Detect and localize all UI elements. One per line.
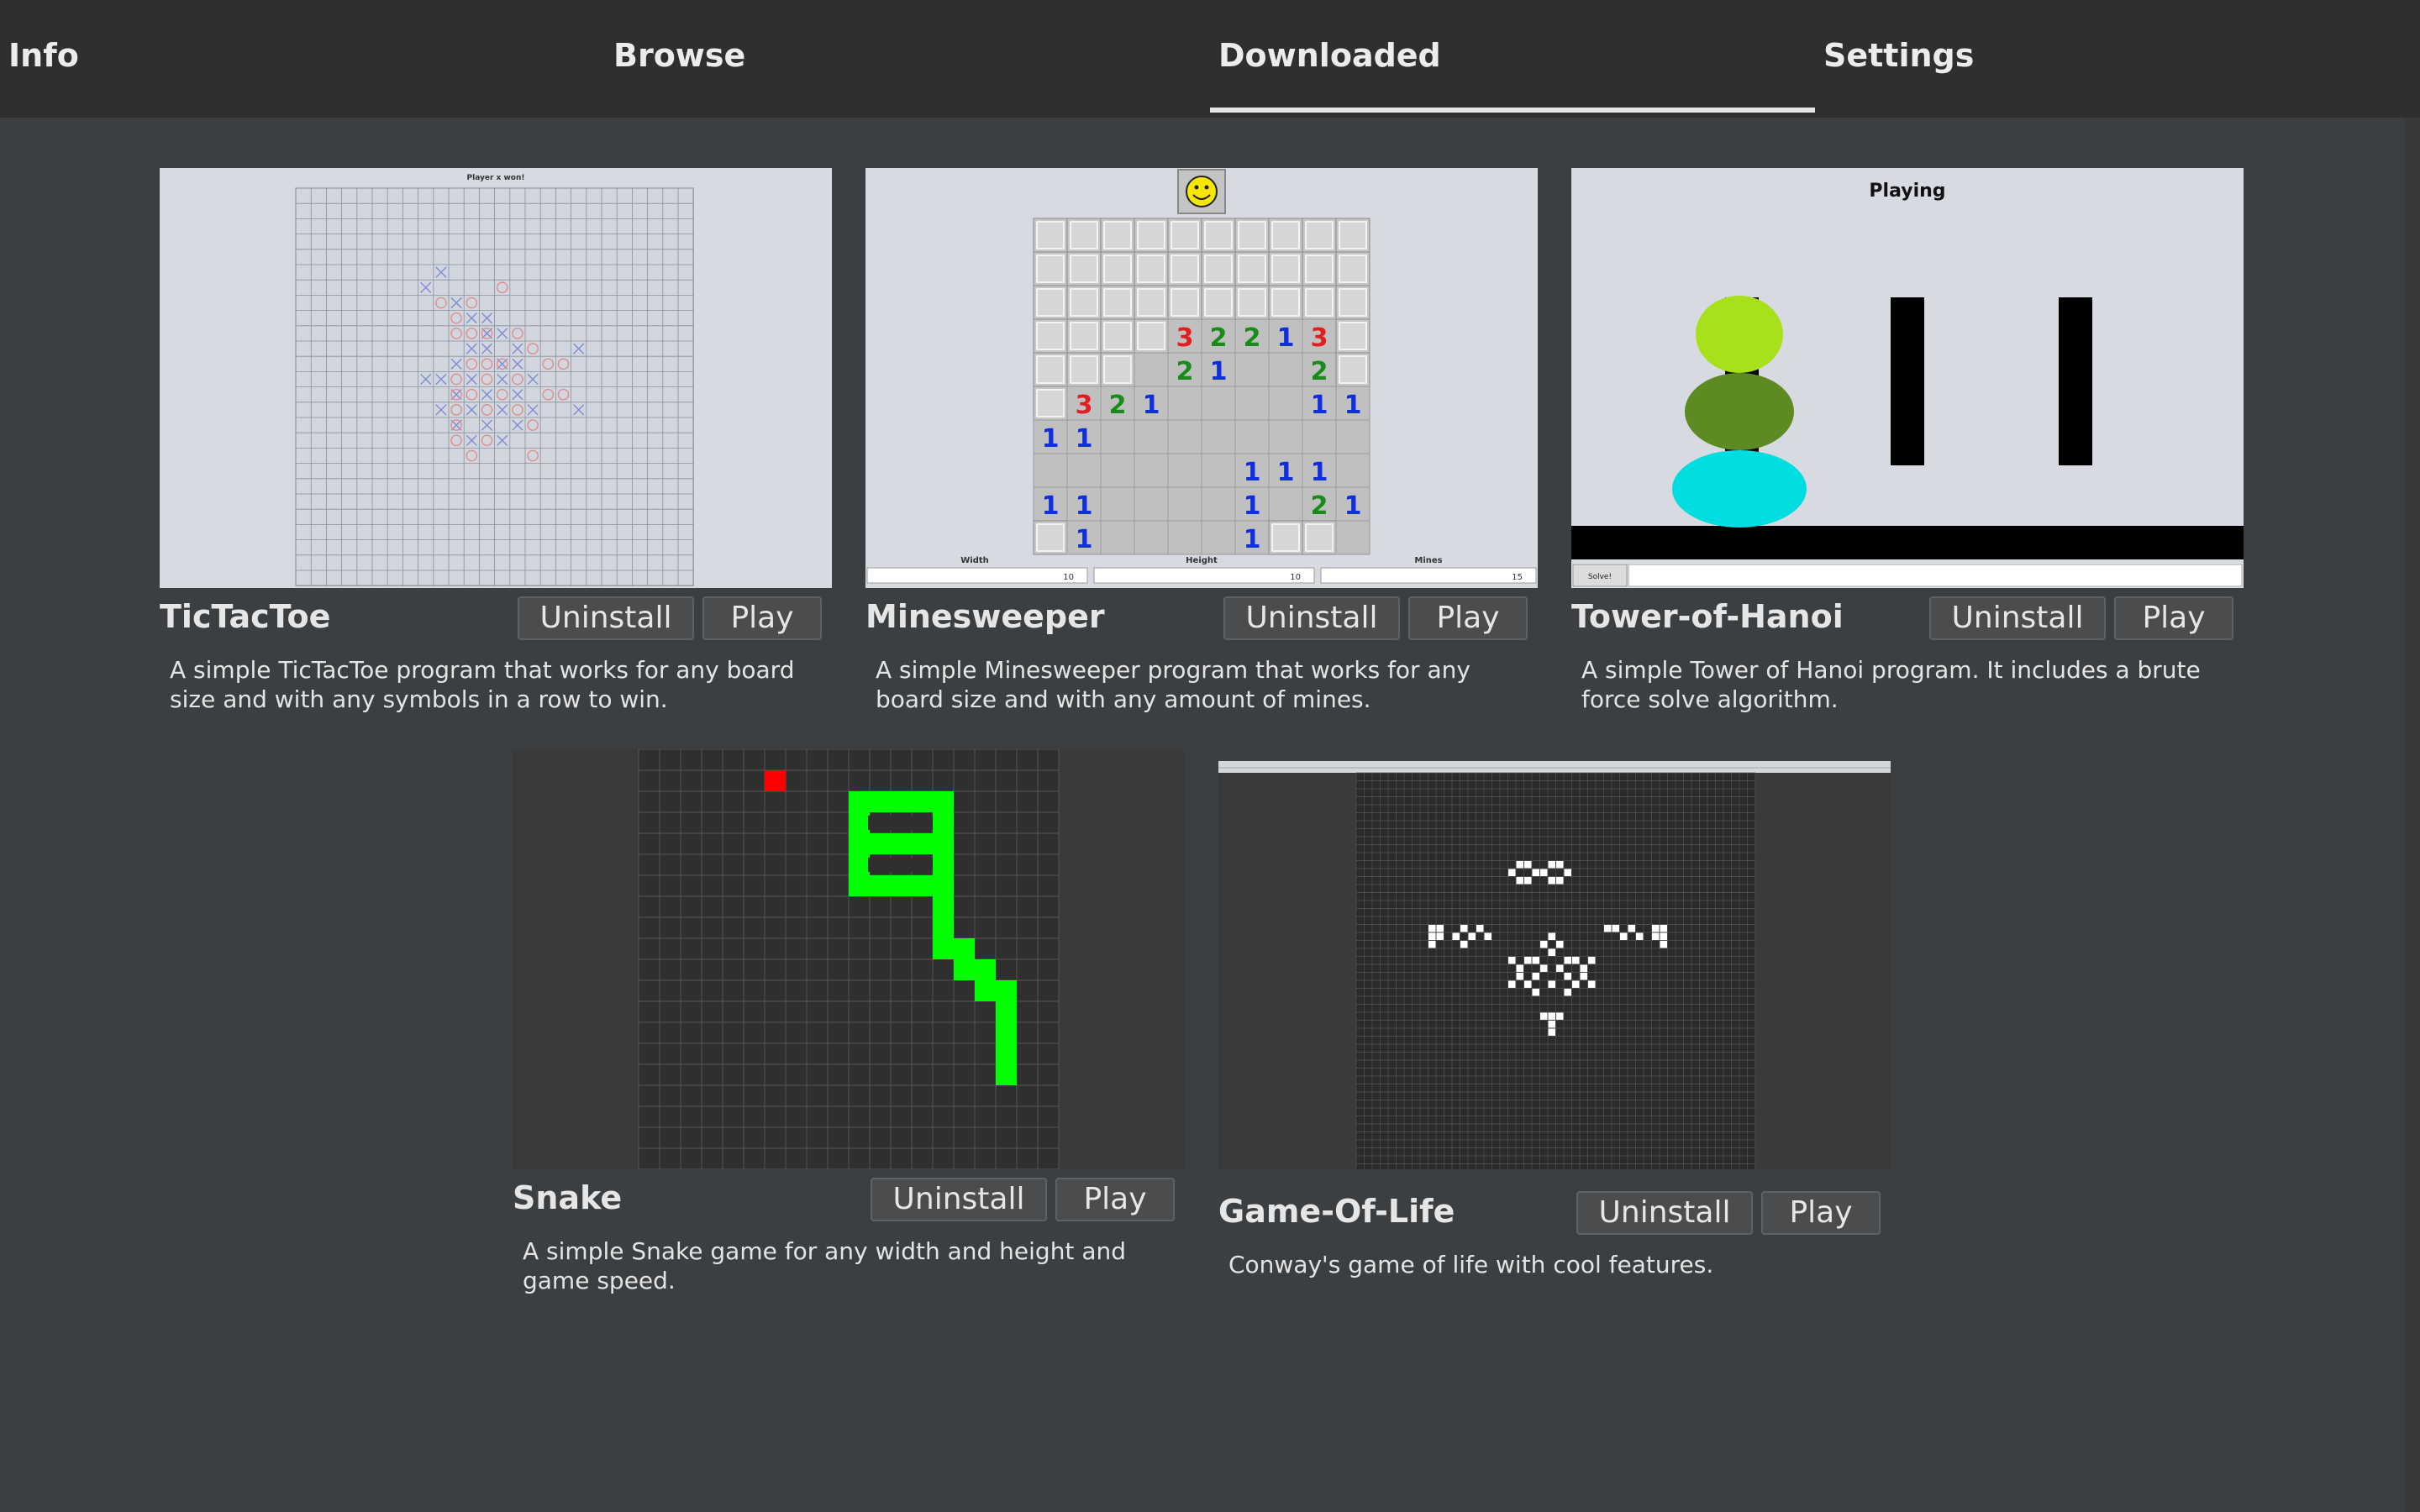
tab-downloaded[interactable]: Downloaded [1218,0,1441,118]
svg-text:2: 2 [1176,357,1194,386]
hanoi-base [1571,526,2244,559]
svg-text:1: 1 [1311,458,1328,487]
game-description: A simple Tower of Hanoi program. It incl… [1581,656,2201,713]
hanoi-disk-medium[interactable] [1685,373,1794,450]
snake-food [765,770,786,791]
svg-text:1: 1 [1344,491,1362,521]
game-title: Minesweeper [865,598,1105,635]
height-label: Height [1186,556,1218,565]
svg-text:1: 1 [1210,357,1228,386]
hanoi-disk-large[interactable] [1672,450,1807,528]
tab-browse[interactable]: Browse [613,0,745,118]
svg-text:2: 2 [1210,323,1228,353]
svg-text:1: 1 [1311,391,1328,420]
mines-label: Mines [1414,556,1442,565]
game-description: A simple TicTacToe program that works fo… [170,656,795,713]
svg-text:1: 1 [1244,491,1261,521]
play-button[interactable]: Play [1055,1178,1175,1221]
play-button[interactable]: Play [702,596,822,640]
minesweeper-board: 3 2 2 1 32 1 23 2 1 1 11 11 1 11 1 1 2 11 1 [1033,218,1370,555]
svg-text:2: 2 [1311,357,1328,386]
game-title: Snake [513,1179,623,1216]
svg-text:1: 1 [1277,458,1295,487]
hanoi-disk-small[interactable] [1696,296,1783,373]
uninstall-button[interactable]: Uninstall [1576,1191,1753,1235]
tab-info[interactable]: Info [8,0,79,118]
height-input[interactable] [1093,567,1315,584]
tictactoe-status-text: Player x won! [467,174,525,182]
mines-value: 15 [1512,573,1523,582]
game-description: A simple Snake game for any width and he… [523,1237,1126,1294]
svg-text:3: 3 [1076,391,1093,420]
uninstall-button[interactable]: Uninstall [1223,596,1400,640]
minesweeper-screenshot: 3221321232111111111112111 Width Height M… [865,168,1538,588]
hanoi-disk-count-input[interactable] [1628,564,2243,587]
scrollbar-track[interactable] [2405,118,2420,1512]
selected-tab-indicator [1210,108,1815,113]
hanoi-peg [1891,297,1924,465]
height-value: 10 [1290,573,1301,582]
life-toolbar [1218,761,1891,773]
svg-text:2: 2 [1311,491,1328,521]
svg-text:1: 1 [1076,491,1093,521]
svg-text:1: 1 [1076,424,1093,454]
play-button[interactable]: Play [2114,596,2233,640]
tictactoe-screenshot: Player x won! [160,168,832,588]
solve-button-label: Solve! [1588,573,1612,581]
game-description: Conway's game of life with cool features… [1228,1251,1714,1278]
tictactoe-board [295,187,694,586]
hanoi-status-text: Playing [1869,181,1945,202]
uninstall-button[interactable]: Uninstall [518,596,694,640]
uninstall-button[interactable]: Uninstall [871,1178,1047,1221]
svg-text:3: 3 [1311,323,1328,353]
game-description: A simple Minesweeper program that works … [876,656,1470,713]
svg-text:1: 1 [1244,458,1261,487]
game-title: TicTacToe [160,598,331,635]
svg-text:1: 1 [1076,525,1093,554]
mines-input[interactable] [1320,567,1537,584]
hanoi-peg [2059,297,2092,465]
game-title: Game-Of-Life [1218,1193,1455,1230]
life-board [1355,772,1756,1169]
snake-screenshot [513,749,1185,1169]
svg-text:1: 1 [1244,525,1261,554]
svg-text:1: 1 [1042,424,1060,454]
game-of-life-screenshot [1218,761,1891,1169]
game-title: Tower-of-Hanoi [1571,598,1844,635]
tab-settings[interactable]: Settings [1823,0,1974,118]
smiley-face-icon[interactable] [1186,176,1218,207]
tower-of-hanoi-screenshot: Playing Solve! [1571,168,2244,588]
svg-text:3: 3 [1176,323,1194,353]
tab-bar: Info Browse Downloaded Settings [0,0,2420,118]
svg-text:2: 2 [1109,391,1127,420]
svg-text:1: 1 [1277,323,1295,353]
width-label: Width [960,556,989,565]
play-button[interactable]: Play [1408,596,1528,640]
svg-text:1: 1 [1143,391,1160,420]
svg-text:2: 2 [1244,323,1261,353]
width-value: 10 [1063,573,1074,582]
width-input[interactable] [866,567,1088,584]
svg-text:1: 1 [1344,391,1362,420]
play-button[interactable]: Play [1761,1191,1881,1235]
svg-text:1: 1 [1042,491,1060,521]
uninstall-button[interactable]: Uninstall [1929,596,2106,640]
